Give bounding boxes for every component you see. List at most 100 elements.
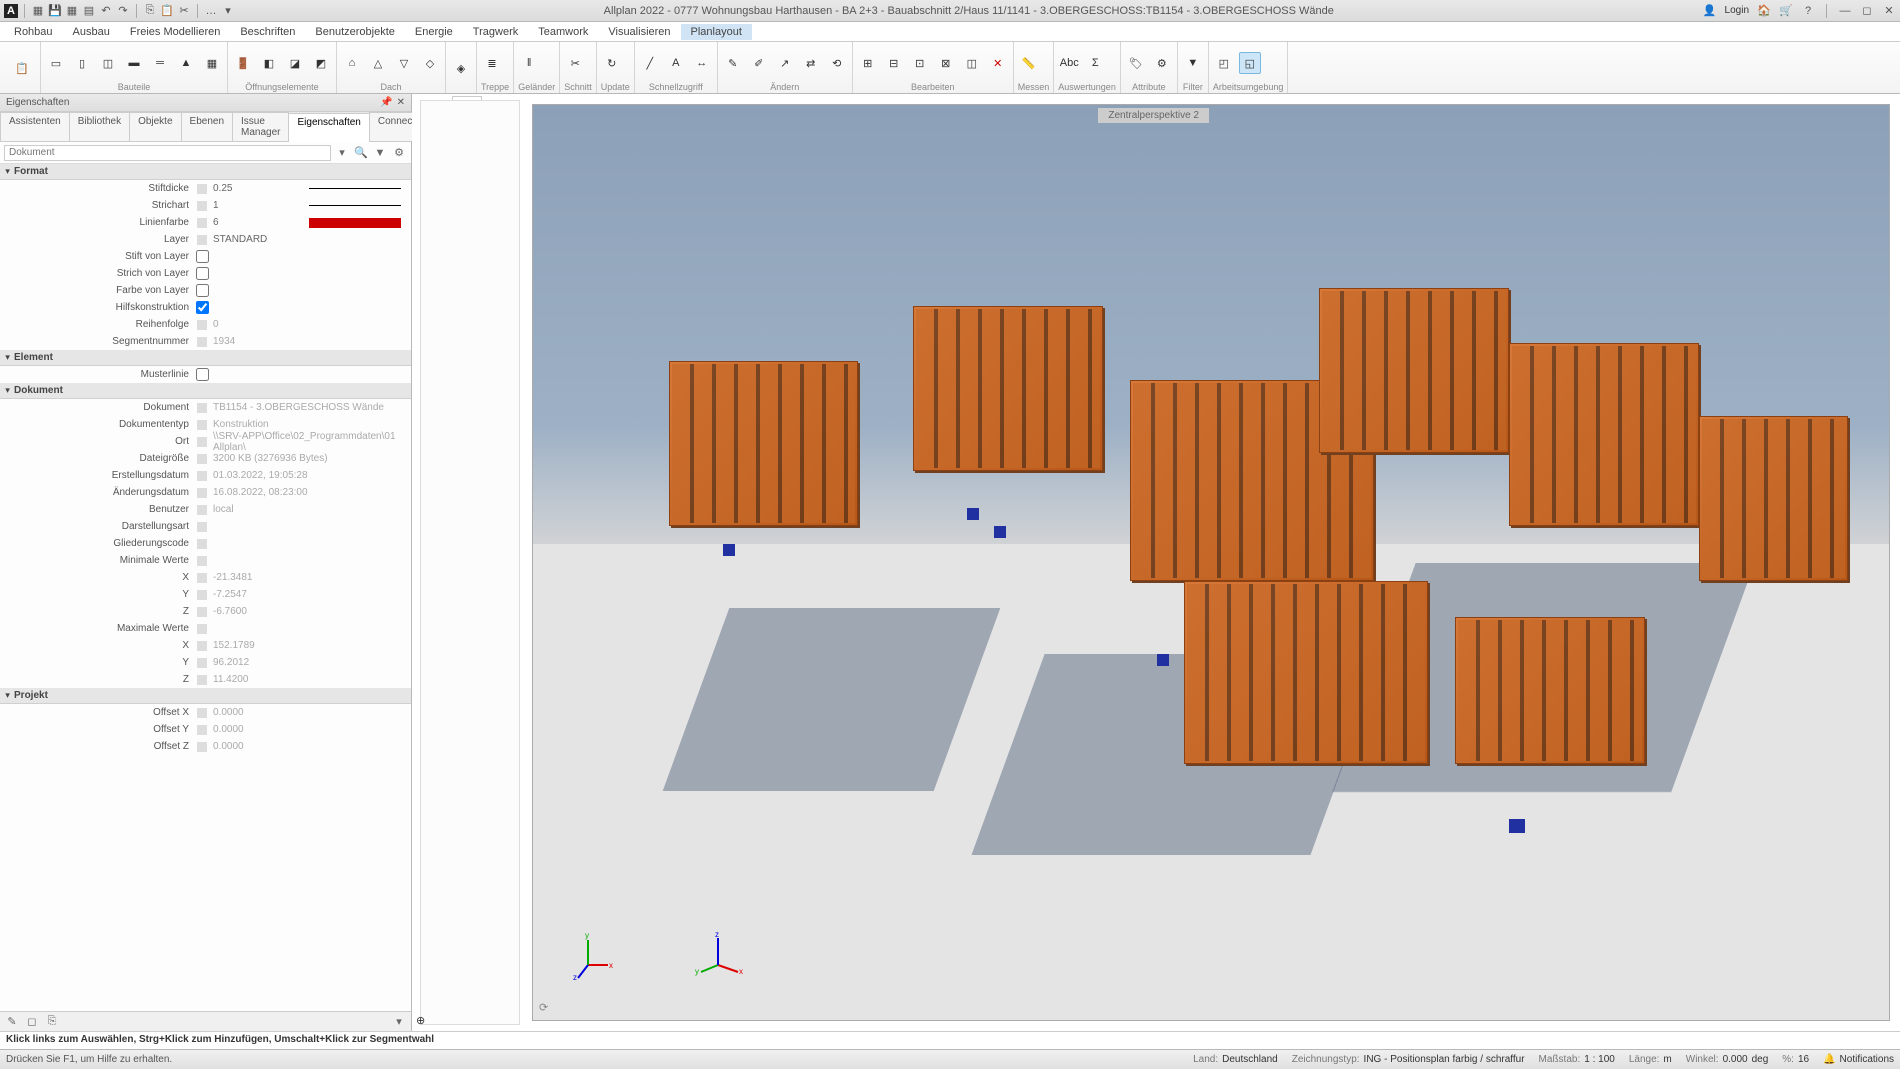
menu-visualisieren[interactable]: Visualisieren xyxy=(598,24,680,40)
favorite-icon[interactable]: ⚙ xyxy=(391,145,407,161)
prop-checkbox[interactable] xyxy=(196,284,209,297)
prop-checkbox[interactable] xyxy=(196,250,209,263)
menu-benutzer[interactable]: Benutzerobjekte xyxy=(305,24,405,40)
ribbon-b3-button[interactable]: ⊡ xyxy=(909,52,931,74)
prop-value[interactable]: STANDARD xyxy=(209,234,411,245)
menu-planlayout[interactable]: Planlayout xyxy=(681,24,752,40)
minimize-icon[interactable]: — xyxy=(1838,4,1852,18)
panel-tab-bibliothek[interactable]: Bibliothek xyxy=(69,112,130,141)
pin-icon[interactable]: 📌 xyxy=(380,97,392,108)
save-icon[interactable]: 💾 xyxy=(48,4,62,18)
tool-shape-icon[interactable]: ◻ xyxy=(24,1014,40,1030)
ribbon-grid-button[interactable]: ▦ xyxy=(201,52,223,74)
ribbon-b4-button[interactable]: ⊠ xyxy=(935,52,957,74)
ribbon-mod3-button[interactable]: ⟲ xyxy=(826,52,848,74)
ribbon-door-button[interactable]: 🚪 xyxy=(232,52,254,74)
3d-view[interactable]: Zentralperspektive 2 x xyxy=(532,104,1890,1021)
ribbon-doc-big-button[interactable]: 📋 xyxy=(8,54,36,82)
maximize-icon[interactable]: ◻ xyxy=(1860,4,1874,18)
section-format[interactable]: Format xyxy=(0,164,411,180)
paste-icon[interactable]: 📋 xyxy=(160,4,174,18)
chevron-down-icon[interactable]: ▾ xyxy=(221,4,235,18)
ribbon-smart-button[interactable]: ◩ xyxy=(310,52,332,74)
ribbon-env2-button[interactable]: ◱ xyxy=(1239,52,1261,74)
ribbon-opening-button[interactable]: ◫ xyxy=(97,52,119,74)
ribbon-window-button[interactable]: ◧ xyxy=(258,52,280,74)
panel-tab-assistenten[interactable]: Assistenten xyxy=(0,112,70,141)
ribbon-at1-button[interactable]: 🏷 xyxy=(1125,52,1147,74)
ribbon-b1-button[interactable]: ⊞ xyxy=(857,52,879,74)
ribbon-col-button[interactable]: ▯ xyxy=(71,52,93,74)
redo-icon[interactable]: ↷ xyxy=(116,4,130,18)
ribbon-del-button[interactable]: ✕ xyxy=(987,52,1009,74)
prop-checkbox[interactable] xyxy=(196,267,209,280)
ribbon-roof-button[interactable]: ▲ xyxy=(175,52,197,74)
ribbon-wall-button[interactable]: ▭ xyxy=(45,52,67,74)
ribbon-env1-button[interactable]: ◰ xyxy=(1213,52,1235,74)
menu-freies[interactable]: Freies Modellieren xyxy=(120,24,230,40)
prop-value[interactable]: 1 xyxy=(209,200,305,211)
close-icon[interactable]: ✕ xyxy=(1882,4,1896,18)
ribbon-mod2-button[interactable]: ⇄ xyxy=(800,52,822,74)
menu-tragwerk[interactable]: Tragwerk xyxy=(463,24,528,40)
copy-icon[interactable]: ⎘ xyxy=(143,4,157,18)
ribbon-dach2-button[interactable]: △ xyxy=(367,52,389,74)
new-icon[interactable]: ▦ xyxy=(31,4,45,18)
ribbon-flt-button[interactable]: ▼ xyxy=(1182,52,1204,74)
ribbon-beam-button[interactable]: ═ xyxy=(149,52,171,74)
panel-tab-eigenschaften[interactable]: Eigenschaften xyxy=(288,113,369,142)
app-icon[interactable]: A xyxy=(4,4,18,18)
funnel-icon[interactable]: ▼ xyxy=(372,145,388,161)
save-icon-2[interactable]: ▦ xyxy=(65,4,79,18)
ribbon-aus-button[interactable]: Σ xyxy=(1084,52,1106,74)
ribbon-abc-button[interactable]: Abc xyxy=(1058,52,1080,74)
panel-tab-objekte[interactable]: Objekte xyxy=(129,112,181,141)
dropdown-icon[interactable]: ▾ xyxy=(334,145,350,161)
login-label[interactable]: Login xyxy=(1725,5,1749,16)
menu-teamwork[interactable]: Teamwork xyxy=(528,24,598,40)
status-winkel[interactable]: 0.000 xyxy=(1723,1054,1748,1065)
status-pct[interactable]: 16 xyxy=(1798,1054,1809,1065)
filter-input[interactable] xyxy=(4,145,331,161)
prop-value[interactable]: 0.25 xyxy=(209,183,305,194)
ribbon-er1-button[interactable]: ✎ xyxy=(722,52,744,74)
section-element[interactable]: Element xyxy=(0,350,411,366)
ribbon-slab-button[interactable]: ▬ xyxy=(123,52,145,74)
section-projekt[interactable]: Projekt xyxy=(0,688,411,704)
ribbon-dim-button[interactable]: ↔ xyxy=(691,52,713,74)
status-land[interactable]: Deutschland xyxy=(1222,1054,1278,1065)
print-icon[interactable]: ▤ xyxy=(82,4,96,18)
notifications-icon[interactable]: 🔔 xyxy=(1823,1054,1835,1065)
ribbon-meas-button[interactable]: 📏 xyxy=(1018,52,1040,74)
ribbon-dach3-button[interactable]: ▽ xyxy=(393,52,415,74)
status-laenge[interactable]: m xyxy=(1663,1054,1671,1065)
prop-checkbox[interactable] xyxy=(196,368,209,381)
misc-icon[interactable]: … xyxy=(204,4,218,18)
panel-tab-ebenen[interactable]: Ebenen xyxy=(181,112,233,141)
menu-ausbau[interactable]: Ausbau xyxy=(63,24,120,40)
user-icon[interactable]: 👤 xyxy=(1703,4,1717,18)
ribbon-dach4-button[interactable]: ◇ xyxy=(419,52,441,74)
status-zeichnungstyp[interactable]: ING - Positionsplan farbig / schraffur xyxy=(1364,1054,1525,1065)
menu-rohbau[interactable]: Rohbau xyxy=(4,24,63,40)
ribbon-text-button[interactable]: A xyxy=(665,52,687,74)
status-notifications[interactable]: Notifications xyxy=(1840,1054,1894,1065)
section-dokument[interactable]: Dokument xyxy=(0,383,411,399)
ribbon-dach1-button[interactable]: ⌂ xyxy=(341,52,363,74)
ribbon-section-button[interactable]: ✂ xyxy=(564,52,586,74)
ribbon-surf-button[interactable]: ◈ xyxy=(450,57,472,79)
cut-icon[interactable]: ✂ xyxy=(177,4,191,18)
prop-value[interactable]: 6 xyxy=(209,217,305,228)
panel-close-icon[interactable]: ✕ xyxy=(397,97,405,108)
panel-tab-issue manager[interactable]: Issue Manager xyxy=(232,112,289,141)
cart-icon[interactable]: 🛒 xyxy=(1779,4,1793,18)
ribbon-mod1-button[interactable]: ↗ xyxy=(774,52,796,74)
menu-energie[interactable]: Energie xyxy=(405,24,463,40)
menu-beschriften[interactable]: Beschriften xyxy=(230,24,305,40)
ribbon-stair-button[interactable]: ≣ xyxy=(481,52,503,74)
prop-checkbox[interactable] xyxy=(196,301,209,314)
search-icon[interactable]: 🔍 xyxy=(353,145,369,161)
compass-icon[interactable]: ⊕ xyxy=(416,1014,425,1027)
status-massstab[interactable]: 1 : 100 xyxy=(1584,1054,1615,1065)
ribbon-upd-button[interactable]: ↻ xyxy=(601,52,623,74)
